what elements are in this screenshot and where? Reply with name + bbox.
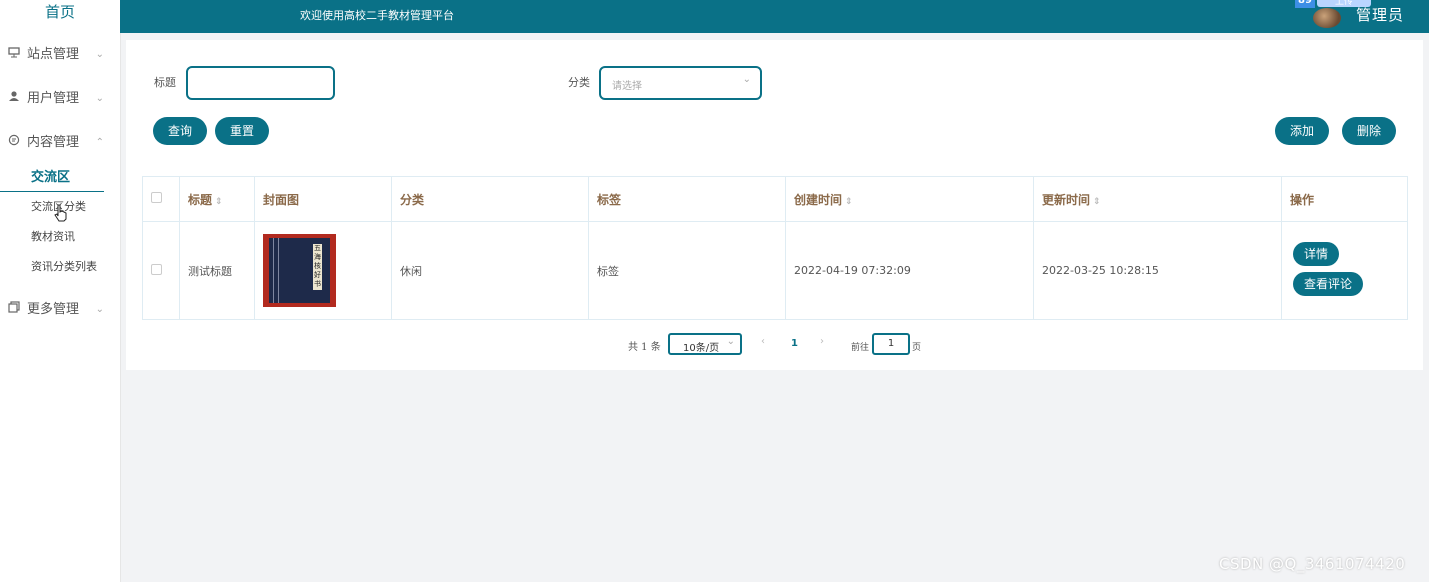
select-all-cell — [142, 176, 180, 222]
home-link[interactable]: 首页 — [0, 0, 120, 28]
row-created: 2022-04-19 07:32:09 — [785, 221, 1034, 320]
watermark-text: CSDN @Q_3461074420 — [1219, 555, 1406, 573]
menu-group-label: 用户管理 — [27, 91, 80, 106]
header-category-text: 分类 — [400, 192, 425, 207]
row-select-cell — [142, 221, 180, 320]
sidebar-item-textbook-news[interactable]: 教材资讯 — [0, 222, 120, 252]
cover-title-label: 五海核好书 — [313, 244, 322, 290]
page-suffix: 页 — [912, 343, 922, 353]
header-actions: 操作 — [1281, 176, 1408, 222]
header-tags: 标签 — [588, 176, 786, 222]
menu-group-more[interactable]: 更多管理 ⌄ — [0, 288, 120, 332]
row-actions: 详情 查看评论 — [1281, 221, 1408, 320]
title-search-input[interactable] — [186, 66, 335, 100]
menu-group-site[interactable]: 站点管理 ⌄ — [0, 33, 120, 77]
row-category: 休闲 — [391, 221, 589, 320]
avatar[interactable] — [1313, 8, 1341, 28]
header-created[interactable]: 创建时间 ⇕ — [785, 176, 1034, 222]
welcome-text: 欢迎使用高校二手教材管理平台 — [300, 9, 454, 22]
menu-group-label: 内容管理 — [27, 135, 80, 150]
table-row: 测试标题 五海核好书 休闲 标签 2022-04-19 07:32:09 202… — [142, 221, 1408, 320]
menu-group-user[interactable]: 用户管理 ⌄ — [0, 77, 120, 121]
row-cover-cell: 五海核好书 — [254, 221, 392, 320]
book-cover-art: 五海核好书 — [269, 238, 330, 303]
reset-button[interactable]: 重置 — [215, 117, 269, 145]
pagination-total: 共 1 条 — [628, 342, 661, 353]
sidebar-item-forum[interactable]: 交流区 — [0, 165, 104, 192]
sidebar: 首页 站点管理 ⌄ 用户管理 ⌄ 内容管理 ⌃ 交流区 交流区分类 教材资讯 资… — [0, 0, 121, 582]
content-panel: 标题 分类 请选择 ⌄ 查询 重置 添加 删除 标题 ⇕ 封面图 分类 标签 创建… — [126, 40, 1423, 370]
header-created-text: 创建时间 — [794, 192, 843, 207]
chevron-down-icon: ⌄ — [95, 93, 104, 104]
header-updated[interactable]: 更新时间 ⇕ — [1033, 176, 1282, 222]
goto-page-input[interactable]: 1 — [872, 333, 910, 355]
row-checkbox[interactable] — [151, 263, 162, 275]
notification-badge: 89 — [1295, 0, 1315, 8]
table-header-row: 标题 ⇕ 封面图 分类 标签 创建时间 ⇕ 更新时间 ⇕ 操作 — [142, 176, 1408, 222]
category-placeholder: 请选择 — [612, 81, 642, 92]
sidebar-item-news-category-list[interactable]: 资讯分类列表 — [0, 252, 120, 282]
category-select[interactable]: 请选择 ⌄ — [599, 66, 762, 100]
user-icon — [8, 77, 22, 121]
current-page[interactable]: 1 — [791, 338, 798, 349]
view-comments-button[interactable]: 查看评论 — [1293, 272, 1363, 296]
prev-page-icon[interactable]: ‹ — [761, 336, 765, 347]
monitor-icon — [8, 33, 22, 77]
page-size-value: 10条/页 — [683, 343, 720, 354]
row-tags: 标签 — [588, 221, 786, 320]
query-button[interactable]: 查询 — [153, 117, 207, 145]
admin-name[interactable]: 管理员 — [1356, 4, 1404, 25]
sort-icon[interactable]: ⇕ — [845, 197, 853, 207]
header-cover: 封面图 — [254, 176, 392, 222]
header-actions-text: 操作 — [1290, 192, 1315, 207]
sort-icon[interactable]: ⇕ — [1093, 197, 1101, 207]
page-size-select[interactable]: 10条/页 ⌄ — [668, 333, 742, 355]
copy-icon — [8, 288, 22, 332]
delete-button[interactable]: 删除 — [1342, 117, 1396, 145]
header-title-text: 标题 — [188, 192, 213, 207]
chevron-down-icon: ⌄ — [95, 49, 104, 60]
hand-cursor-icon — [54, 204, 68, 225]
sort-icon[interactable]: ⇕ — [215, 197, 223, 207]
chevron-up-icon: ⌃ — [95, 137, 104, 148]
chat-icon — [8, 121, 22, 165]
chevron-down-icon: ⌄ — [95, 304, 104, 315]
forum-table: 标题 ⇕ 封面图 分类 标签 创建时间 ⇕ 更新时间 ⇕ 操作 测试标题 五海核好书 … — [142, 176, 1408, 320]
row-updated: 2022-03-25 10:28:15 — [1033, 221, 1282, 320]
goto-label: 前往 — [851, 343, 870, 353]
header-title[interactable]: 标题 ⇕ — [179, 176, 255, 222]
topbar: 欢迎使用高校二手教材管理平台 89 上传 管理员 — [120, 0, 1429, 33]
menu-group-content[interactable]: 内容管理 ⌃ — [0, 121, 120, 165]
chevron-down-icon: ⌄ — [726, 336, 735, 347]
cover-image[interactable]: 五海核好书 — [263, 234, 336, 307]
category-label: 分类 — [568, 76, 590, 89]
header-category: 分类 — [391, 176, 589, 222]
header-updated-text: 更新时间 — [1042, 192, 1091, 207]
detail-button[interactable]: 详情 — [1293, 242, 1339, 266]
add-button[interactable]: 添加 — [1275, 117, 1329, 145]
title-label: 标题 — [154, 76, 176, 89]
menu-group-label: 站点管理 — [27, 47, 80, 62]
select-all-checkbox[interactable] — [151, 192, 162, 203]
menu-group-label: 更多管理 — [27, 302, 80, 317]
header-tags-text: 标签 — [597, 192, 622, 207]
chevron-down-icon: ⌄ — [742, 74, 751, 85]
next-page-icon[interactable]: › — [820, 336, 824, 347]
row-title: 测试标题 — [179, 221, 255, 320]
header-cover-text: 封面图 — [263, 192, 300, 207]
